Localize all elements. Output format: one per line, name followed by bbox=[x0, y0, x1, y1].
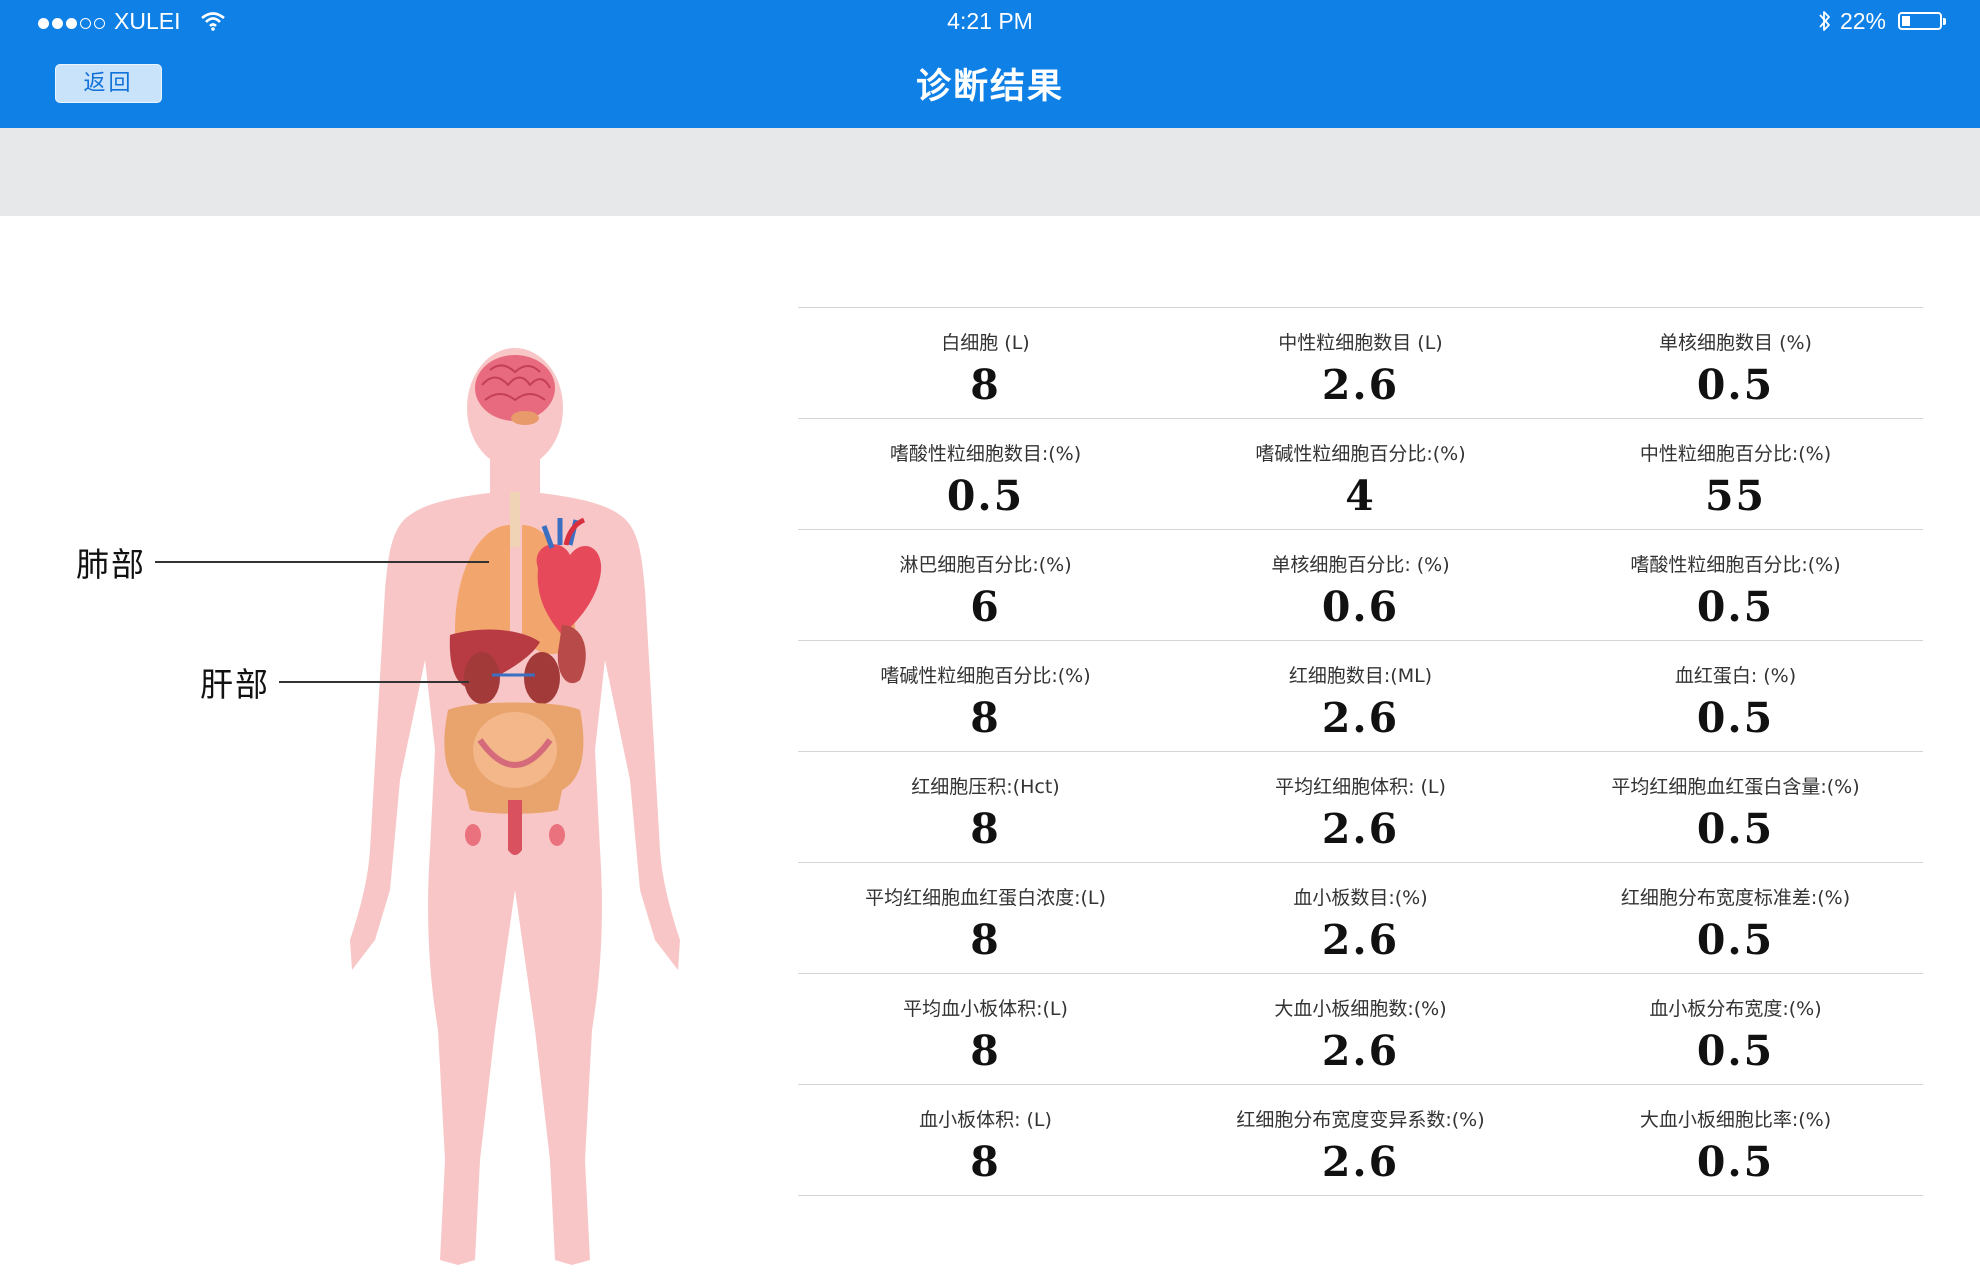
result-value: 0.5 bbox=[946, 472, 1025, 520]
page-title: 诊断结果 bbox=[915, 67, 1064, 107]
result-cell: 嗜酸性粒细胞百分比:(%) 0.5 bbox=[1548, 530, 1923, 640]
result-cell: 中性粒细胞百分比:(%) 55 bbox=[1548, 419, 1923, 529]
liver-label: 肝部 bbox=[200, 665, 270, 704]
diagnosis-results-table: 白细胞 (L) 8 中性粒细胞数目 (L) 2.6 单核细胞数目 (%) 0.5 嗜酸性粒细… bbox=[798, 307, 1923, 1196]
result-value: 0.6 bbox=[1321, 583, 1400, 631]
result-cell: 中性粒细胞数目 (L) 2.6 bbox=[1173, 308, 1548, 418]
result-row: 嗜碱性粒细胞百分比:(%) 8 红细胞数目:(ML) 2.6 血红蛋白: (%) 0.5 bbox=[798, 641, 1923, 752]
result-cell: 淋巴细胞百分比:(%) 6 bbox=[798, 530, 1173, 640]
result-value: 8 bbox=[970, 916, 1001, 964]
result-value: 8 bbox=[970, 361, 1001, 409]
result-label: 血红蛋白: (%) bbox=[1674, 665, 1797, 687]
result-cell: 平均红细胞血红蛋白含量:(%) 0.5 bbox=[1548, 752, 1923, 862]
result-row: 淋巴细胞百分比:(%) 6 单核细胞百分比: (%) 0.6 嗜酸性粒细胞百分比:(%)… bbox=[798, 530, 1923, 641]
gray-separator-band bbox=[0, 128, 1980, 216]
human-body-illustration bbox=[350, 348, 680, 1265]
result-label: 平均血小板体积:(L) bbox=[903, 998, 1068, 1020]
result-value: 8 bbox=[970, 805, 1001, 853]
result-label: 中性粒细胞数目 (L) bbox=[1278, 332, 1443, 354]
result-label: 血小板体积: (L) bbox=[919, 1109, 1052, 1131]
result-value: 2.6 bbox=[1321, 1027, 1400, 1075]
battery-icon bbox=[1898, 12, 1946, 30]
result-label: 嗜碱性粒细胞百分比:(%) bbox=[880, 665, 1091, 687]
result-value: 2.6 bbox=[1321, 694, 1400, 742]
result-label: 淋巴细胞百分比:(%) bbox=[899, 554, 1072, 576]
result-value: 0.5 bbox=[1696, 1027, 1775, 1075]
result-value: 8 bbox=[970, 694, 1001, 742]
result-cell: 大血小板细胞比率:(%) 0.5 bbox=[1548, 1085, 1923, 1195]
result-value: 0.5 bbox=[1696, 694, 1775, 742]
result-value: 55 bbox=[1704, 472, 1767, 520]
result-value: 4 bbox=[1345, 472, 1376, 520]
result-row: 嗜酸性粒细胞数目:(%) 0.5 嗜碱性粒细胞百分比:(%) 4 中性粒细胞百分比:(%… bbox=[798, 419, 1923, 530]
result-label: 大血小板细胞数:(%) bbox=[1274, 998, 1447, 1020]
liver-pointer-line bbox=[279, 681, 469, 683]
result-cell: 平均血小板体积:(L) 8 bbox=[798, 974, 1173, 1084]
bluetooth-icon bbox=[1819, 11, 1830, 31]
result-label: 红细胞压积:(Hct) bbox=[911, 776, 1060, 798]
result-cell: 嗜酸性粒细胞数目:(%) 0.5 bbox=[798, 419, 1173, 529]
result-label: 红细胞分布宽度变异系数:(%) bbox=[1236, 1109, 1485, 1131]
result-cell: 血小板数目:(%) 2.6 bbox=[1173, 863, 1548, 973]
result-cell: 红细胞数目:(ML) 2.6 bbox=[1173, 641, 1548, 751]
result-label: 血小板分布宽度:(%) bbox=[1649, 998, 1822, 1020]
status-bar-right: 22% bbox=[1818, 0, 1946, 42]
result-label: 单核细胞百分比: (%) bbox=[1271, 554, 1450, 576]
result-label: 白细胞 (L) bbox=[941, 332, 1030, 354]
result-cell: 红细胞压积:(Hct) 8 bbox=[798, 752, 1173, 862]
result-label: 单核细胞数目 (%) bbox=[1659, 332, 1812, 354]
result-label: 平均红细胞体积: (L) bbox=[1275, 776, 1446, 798]
result-value: 0.5 bbox=[1696, 361, 1775, 409]
lung-pointer-line bbox=[155, 561, 489, 563]
result-cell: 单核细胞数目 (%) 0.5 bbox=[1548, 308, 1923, 418]
result-cell: 平均红细胞血红蛋白浓度:(L) 8 bbox=[798, 863, 1173, 973]
status-time: 4:21 PM bbox=[947, 8, 1033, 34]
result-label: 中性粒细胞百分比:(%) bbox=[1639, 443, 1832, 465]
result-row: 平均红细胞血红蛋白浓度:(L) 8 血小板数目:(%) 2.6 红细胞分布宽度标准差:(… bbox=[798, 863, 1923, 974]
navigation-header: XULEI 4:21 PM 22% 返回 诊断结果 bbox=[0, 0, 1980, 128]
result-cell: 平均红细胞体积: (L) 2.6 bbox=[1173, 752, 1548, 862]
result-row: 白细胞 (L) 8 中性粒细胞数目 (L) 2.6 单核细胞数目 (%) 0.5 bbox=[798, 308, 1923, 419]
result-value: 6 bbox=[970, 583, 1001, 631]
result-label: 红细胞数目:(ML) bbox=[1288, 665, 1433, 687]
result-row: 红细胞压积:(Hct) 8 平均红细胞体积: (L) 2.6 平均红细胞血红蛋白含量:(… bbox=[798, 752, 1923, 863]
result-cell: 嗜碱性粒细胞百分比:(%) 4 bbox=[1173, 419, 1548, 529]
result-label: 红细胞分布宽度标准差:(%) bbox=[1620, 887, 1851, 909]
result-value: 8 bbox=[970, 1138, 1001, 1186]
result-label: 平均红细胞血红蛋白含量:(%) bbox=[1611, 776, 1860, 798]
result-label: 平均红细胞血红蛋白浓度:(L) bbox=[865, 887, 1106, 909]
result-value: 0.5 bbox=[1696, 805, 1775, 853]
result-label: 大血小板细胞比率:(%) bbox=[1639, 1109, 1832, 1131]
result-row: 血小板体积: (L) 8 红细胞分布宽度变异系数:(%) 2.6 大血小板细胞比率:(%… bbox=[798, 1085, 1923, 1196]
result-cell: 血小板分布宽度:(%) 0.5 bbox=[1548, 974, 1923, 1084]
result-value: 2.6 bbox=[1321, 361, 1400, 409]
result-value: 0.5 bbox=[1696, 916, 1775, 964]
result-row: 平均血小板体积:(L) 8 大血小板细胞数:(%) 2.6 血小板分布宽度:(%) 0.5 bbox=[798, 974, 1923, 1085]
trachea-icon bbox=[510, 492, 520, 547]
result-value: 0.5 bbox=[1696, 1138, 1775, 1186]
result-value: 8 bbox=[970, 1027, 1001, 1075]
result-cell: 单核细胞百分比: (%) 0.6 bbox=[1173, 530, 1548, 640]
result-cell: 血红蛋白: (%) 0.5 bbox=[1548, 641, 1923, 751]
result-cell: 嗜碱性粒细胞百分比:(%) 8 bbox=[798, 641, 1173, 751]
result-value: 2.6 bbox=[1321, 916, 1400, 964]
battery-percent: 22% bbox=[1839, 8, 1886, 34]
result-cell: 红细胞分布宽度标准差:(%) 0.5 bbox=[1548, 863, 1923, 973]
result-value: 2.6 bbox=[1321, 1138, 1400, 1186]
result-value: 2.6 bbox=[1321, 805, 1400, 853]
result-label: 血小板数目:(%) bbox=[1293, 887, 1428, 909]
result-label: 嗜碱性粒细胞百分比:(%) bbox=[1255, 443, 1466, 465]
result-cell: 大血小板细胞数:(%) 2.6 bbox=[1173, 974, 1548, 1084]
result-cell: 白细胞 (L) 8 bbox=[798, 308, 1173, 418]
result-value: 0.5 bbox=[1696, 583, 1775, 631]
result-label: 嗜酸性粒细胞数目:(%) bbox=[889, 443, 1082, 465]
lung-label: 肺部 bbox=[76, 545, 146, 584]
result-label: 嗜酸性粒细胞百分比:(%) bbox=[1630, 554, 1841, 576]
result-cell: 血小板体积: (L) 8 bbox=[798, 1085, 1173, 1195]
result-cell: 红细胞分布宽度变异系数:(%) 2.6 bbox=[1173, 1085, 1548, 1195]
